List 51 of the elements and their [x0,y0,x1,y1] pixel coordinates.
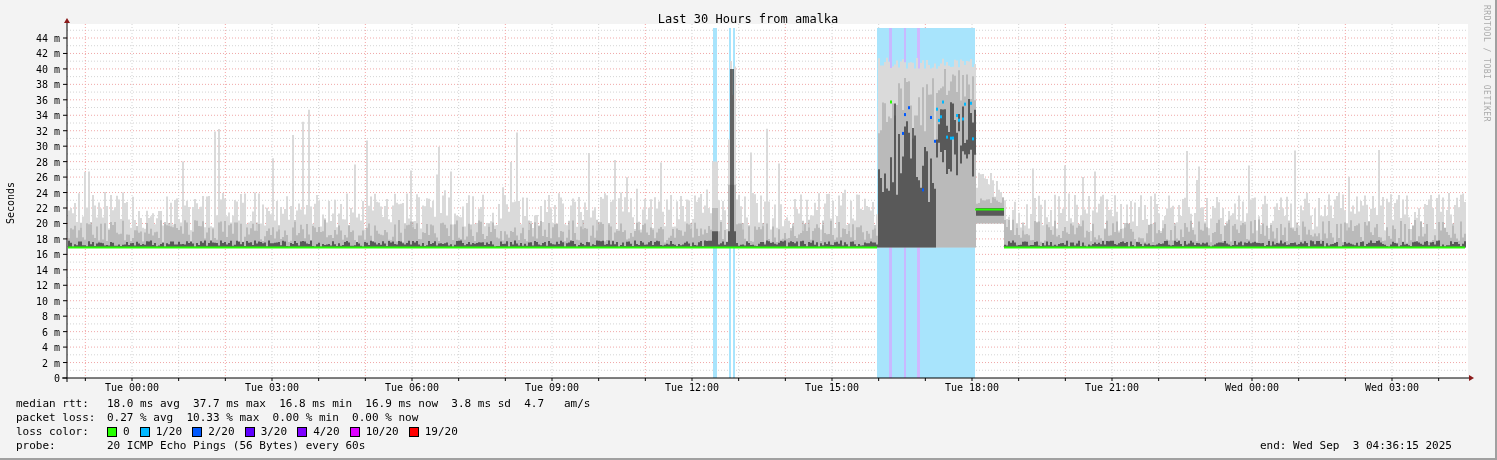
axis-label: 18 m [35,233,60,245]
legend-label: 1/20 [155,425,183,439]
legend-label: loss color: [16,425,90,439]
legend-label: probe: [16,439,57,453]
axis-label: 2 m [41,357,60,369]
axis-label: 36 m [35,94,60,106]
axis-label: 14 m [35,264,60,276]
axis-label: 20 m [35,218,60,230]
axis-label: 38 m [35,79,60,91]
legend-label: 0 [123,425,130,439]
axis-label: 10 m [35,295,60,307]
axis-label: 40 m [35,63,60,75]
legend-label: 10/20 [365,425,399,439]
legend-label: 19/20 [424,425,458,439]
axis-label: 42 m [35,48,60,60]
axis-label: Tue 12:00 [664,382,720,393]
axis-label: 24 m [35,187,60,199]
axis-label: 26 m [35,172,60,184]
legend-values: 18.0 ms avg 37.7 ms max 16.8 ms min 16.9 ms now 3.8 ms sd 4.7 am/s [107,397,591,411]
axis-label: 12 m [35,280,60,292]
axis-label: 22 m [35,203,60,214]
axis-label: Tue 06:00 [384,382,440,393]
axis-label: 8 m [41,311,60,323]
axis-label: Wed 00:00 [1224,382,1280,393]
axis-title: Seconds [5,181,16,225]
legend-values: 0.27 % avg 10.33 % max 0.00 % min 0.00 % now [107,411,419,425]
axis-label: 28 m [35,156,60,168]
axis-label: 6 m [41,326,60,338]
axis-label: Tue 21:00 [1084,382,1140,393]
axis-label: 0 [53,373,60,384]
legend-label: 4/20 [313,425,340,439]
axis-label: Tue 09:00 [524,382,580,393]
axis-label: Tue 18:00 [944,382,1000,393]
axis-label: 16 m [35,249,60,261]
axis-label: 34 m [35,110,60,122]
axis-label: Tue 15:00 [804,382,860,393]
axis-label: 30 m [35,141,60,153]
legend-label: packet loss: [16,411,97,425]
axis-label: 44 m [35,33,60,44]
end-time: end: Wed Sep 3 04:36:15 2025 [1259,439,1452,453]
legend-label: 2/20 [208,425,235,439]
legend-label: median rtt: [16,397,90,411]
credit-text: RRDTOOL / TOBI OETIKER [1482,5,1491,122]
axis-label: 32 m [35,125,60,137]
axis-label: Tue 03:00 [244,382,300,393]
axis-label: 4 m [41,342,60,354]
axis-label: Tue 00:00 [104,382,160,393]
chart-title: Last 30 Hours from amalka [657,12,839,26]
legend-values: 20 ICMP Echo Pings (56 Bytes) every 60s [107,439,366,453]
axis-label: Wed 03:00 [1364,382,1420,393]
legend-label: 3/20 [260,425,288,439]
